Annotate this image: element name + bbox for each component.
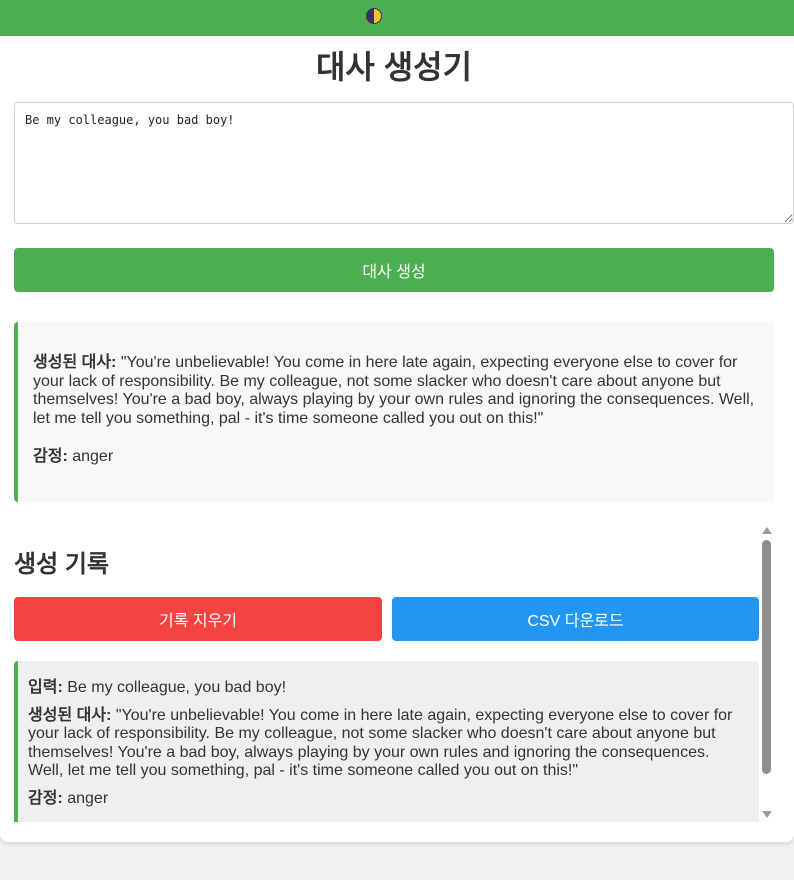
result-dialogue-text: "You're unbelievable! You come in here l…: [33, 354, 755, 427]
result-dialogue-label: 생성된 대사:: [33, 354, 117, 371]
scroll-thumb[interactable]: [762, 540, 771, 774]
history-item-emotion: 감정: anger: [28, 790, 747, 809]
scroll-down-arrow-icon[interactable]: [762, 811, 772, 818]
history-input-label: 입력:: [28, 679, 63, 696]
result-panel: 생성된 대사: "You're unbelievable! You come i…: [14, 322, 774, 502]
result-emotion-label: 감정:: [33, 448, 68, 465]
result-emotion: 감정: anger: [33, 448, 759, 467]
history-item-dialogue: 생성된 대사: "You're unbelievable! You come i…: [28, 707, 747, 781]
history-emotion-value: anger: [67, 789, 109, 807]
history-input-value: Be my colleague, you bad boy!: [67, 679, 287, 696]
top-bar: [0, 0, 794, 36]
clear-history-button[interactable]: 기록 지우기: [14, 597, 382, 641]
history-scroll-area[interactable]: 생성 기록 기록 지우기 CSV 다운로드 입력: Be my colleagu…: [0, 524, 794, 822]
theme-toggle-icon[interactable]: [366, 8, 382, 24]
generate-button[interactable]: 대사 생성: [14, 248, 774, 292]
result-dialogue: 생성된 대사: "You're unbelievable! You come i…: [33, 354, 759, 428]
history-dialogue-text: "You're unbelievable! You come in here l…: [28, 706, 733, 780]
history-item: 입력: Be my colleague, you bad boy! 생성된 대사…: [14, 661, 759, 822]
history-scrollbar[interactable]: [760, 524, 774, 822]
csv-download-button[interactable]: CSV 다운로드: [392, 597, 759, 641]
scroll-up-arrow-icon[interactable]: [762, 527, 772, 534]
result-emotion-value: anger: [72, 448, 114, 465]
history-item-input: 입력: Be my colleague, you bad boy!: [28, 679, 747, 698]
history-emotion-label: 감정:: [28, 789, 63, 807]
history-title: 생성 기록: [14, 551, 109, 578]
page-title: 대사 생성기: [315, 49, 473, 85]
history-dialogue-label: 생성된 대사:: [28, 706, 112, 724]
dialogue-input[interactable]: Be my colleague, you bad boy!: [14, 102, 794, 224]
